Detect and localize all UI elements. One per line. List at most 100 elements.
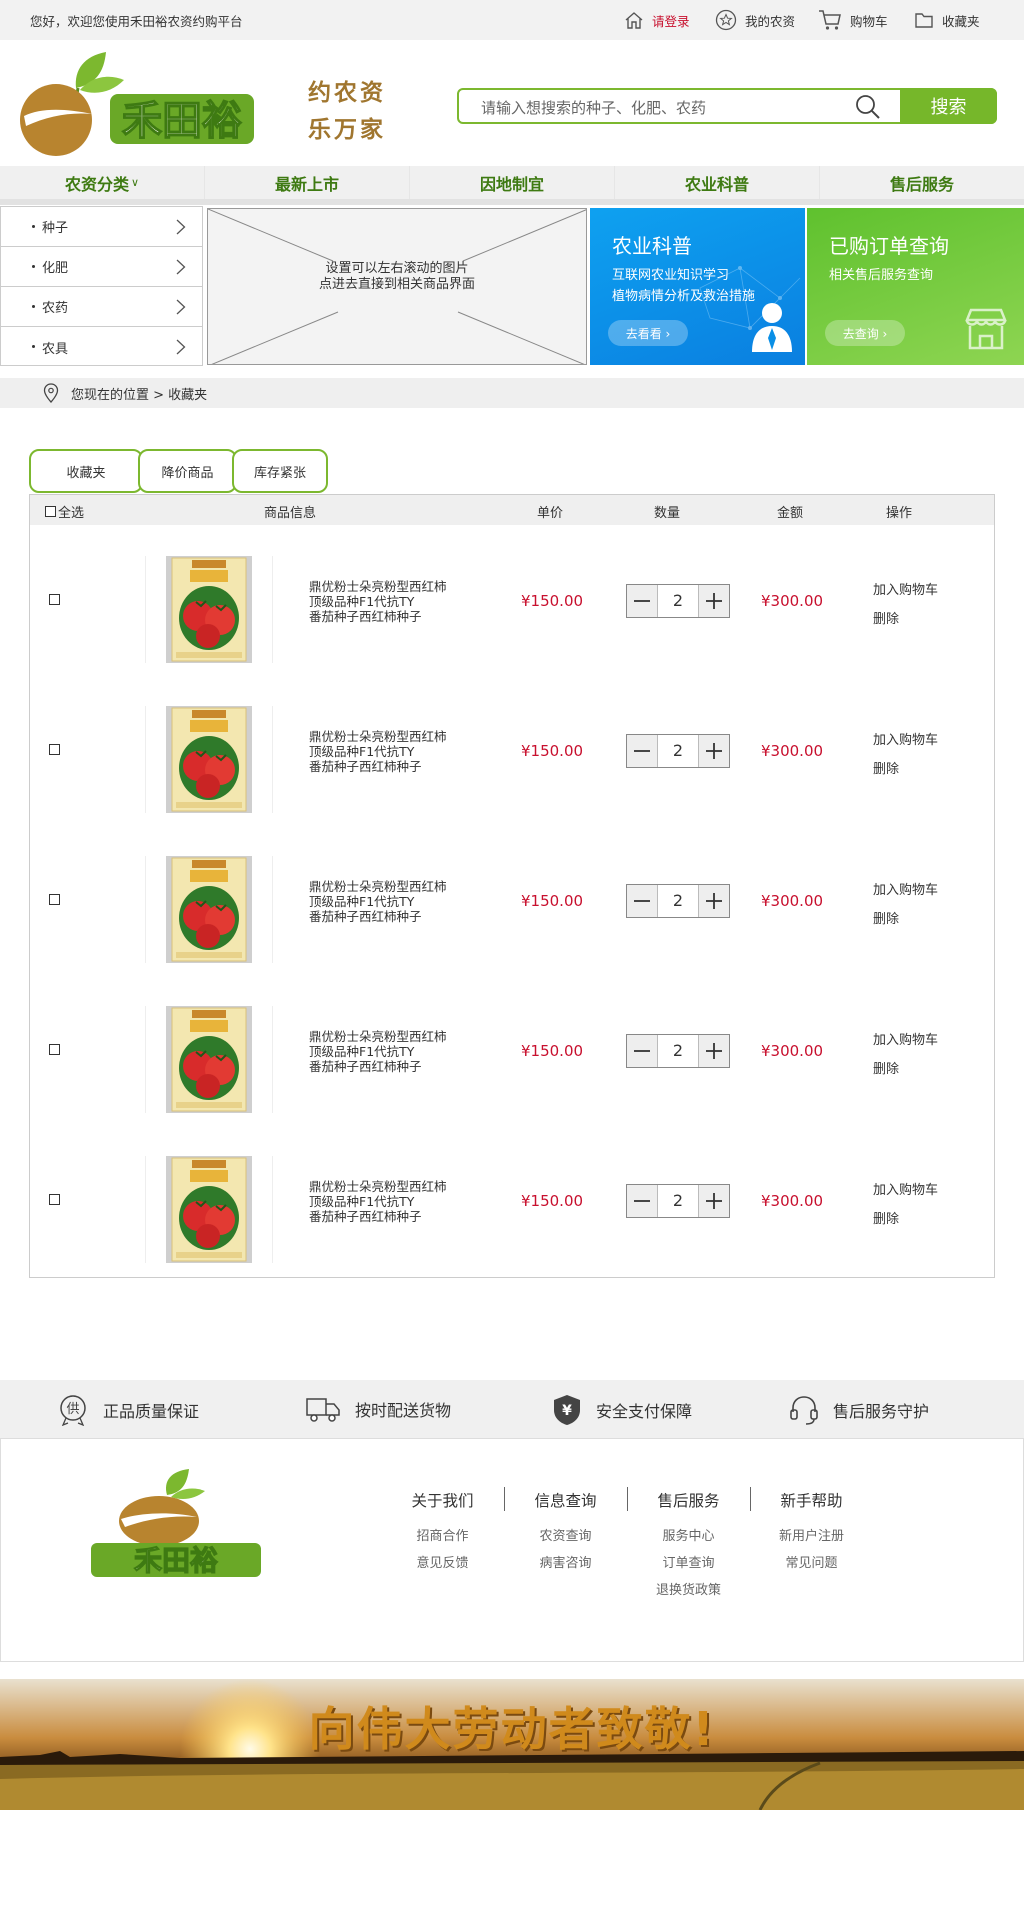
tab-price-drop[interactable]: 降价商品 — [138, 449, 237, 493]
category-item-fertilizer[interactable]: 化肥 — [1, 247, 202, 287]
chevron-right-icon — [176, 219, 186, 235]
product-thumbnail[interactable] — [145, 556, 273, 663]
quantity-value[interactable]: 2 — [657, 735, 699, 767]
row-checkbox[interactable] — [49, 1044, 60, 1055]
product-name-line: 顶级品种F1代抗TY — [309, 894, 415, 909]
favorites-link[interactable]: 收藏夹 — [914, 10, 980, 30]
orders-card[interactable]: 已购订单查询 相关售后服务查询 去查询 › — [807, 208, 1024, 365]
footer-link[interactable]: 病害咨询 — [504, 1550, 627, 1577]
product-name[interactable]: 鼎优粉士朵亮粉型西红柿 顶级品种F1代抗TY 番茄种子西红柿种子 — [309, 579, 469, 624]
nav-item-after-sales[interactable]: 售后服务 — [820, 166, 1024, 199]
footer-column-heading[interactable]: 关于我们 — [381, 1489, 504, 1511]
footer-link[interactable]: 订单查询 — [627, 1550, 750, 1577]
product-name[interactable]: 鼎优粉士朵亮粉型西红柿 顶级品种F1代抗TY 番茄种子西红柿种子 — [309, 729, 469, 774]
chevron-right-icon — [176, 339, 186, 355]
delete-link[interactable]: 删除 — [873, 908, 899, 927]
category-item-seeds[interactable]: 种子 — [1, 207, 202, 247]
category-item-pesticide[interactable]: 农药 — [1, 287, 202, 327]
footer-column-heading[interactable]: 信息查询 — [504, 1489, 627, 1511]
tab-low-stock[interactable]: 库存紧张 — [232, 449, 328, 493]
select-all-checkbox[interactable] — [45, 506, 56, 517]
quantity-value[interactable]: 2 — [657, 1035, 699, 1067]
delete-link[interactable]: 删除 — [873, 1208, 899, 1227]
decrease-button[interactable] — [627, 1035, 657, 1067]
unit-price: ¥150.00 — [521, 1042, 584, 1060]
select-all[interactable]: 全选 — [45, 502, 84, 521]
cart-link[interactable]: 购物车 — [818, 10, 888, 30]
footer-link[interactable]: 退换货政策 — [627, 1577, 750, 1604]
delete-link[interactable]: 删除 — [873, 1058, 899, 1077]
increase-button[interactable] — [699, 735, 729, 767]
service-payment: ¥ 安全支付保障 — [552, 1394, 692, 1426]
footer-column-heading[interactable]: 售后服务 — [627, 1489, 750, 1511]
search-input[interactable] — [479, 96, 843, 120]
labor-day-banner[interactable]: 向伟大劳动者致敬! — [0, 1679, 1024, 1810]
decrease-button[interactable] — [627, 735, 657, 767]
delete-link[interactable]: 删除 — [873, 608, 899, 627]
quantity-value[interactable]: 2 — [657, 1185, 699, 1217]
product-thumbnail[interactable] — [145, 706, 273, 813]
science-card[interactable]: 农业科普 互联网农业知识学习 植物病情分析及救治措施 去看看 › — [590, 208, 805, 365]
product-thumbnail[interactable] — [145, 1156, 273, 1263]
tab-favorites[interactable]: 收藏夹 — [29, 449, 143, 493]
cart-icon — [819, 10, 841, 30]
increase-button[interactable] — [699, 1185, 729, 1217]
increase-button[interactable] — [699, 885, 729, 917]
category-item-tools[interactable]: 农具 — [1, 327, 202, 367]
add-to-cart-link[interactable]: 加入购物车 — [873, 729, 938, 748]
category-label: 农具 — [42, 341, 69, 357]
search-button[interactable]: 搜索 — [900, 88, 997, 124]
product-thumbnail[interactable] — [145, 856, 273, 963]
chevron-right-icon — [176, 259, 186, 275]
my-shop-link[interactable]: 我的农资 — [715, 9, 795, 31]
product-name-line: 鼎优粉士朵亮粉型西红柿 — [309, 579, 447, 594]
product-name-line: 番茄种子西红柿种子 — [309, 1059, 422, 1074]
product-thumbnail[interactable] — [145, 1006, 273, 1113]
login-link[interactable]: 请登录 — [624, 10, 690, 30]
footer-link[interactable]: 意见反馈 — [381, 1550, 504, 1577]
row-amount: ¥300.00 — [761, 892, 824, 910]
unit-price: ¥150.00 — [521, 892, 584, 910]
row-checkbox[interactable] — [49, 1194, 60, 1205]
search-icon[interactable] — [854, 93, 882, 121]
product-name[interactable]: 鼎优粉士朵亮粉型西红柿 顶级品种F1代抗TY 番茄种子西红柿种子 — [309, 1179, 469, 1224]
nav-item-science[interactable]: 农业科普 — [615, 166, 820, 199]
category-label: 化肥 — [42, 261, 69, 276]
delete-link[interactable]: 删除 — [873, 758, 899, 777]
footer-logo: 禾田裕 — [91, 1469, 261, 1578]
add-to-cart-link[interactable]: 加入购物车 — [873, 1179, 938, 1198]
decrease-button[interactable] — [627, 885, 657, 917]
row-checkbox[interactable] — [49, 744, 60, 755]
go-see-button[interactable]: 去看看 › — [608, 320, 688, 346]
add-to-cart-link[interactable]: 加入购物车 — [873, 579, 938, 598]
row-checkbox[interactable] — [49, 894, 60, 905]
product-name[interactable]: 鼎优粉士朵亮粉型西红柿 顶级品种F1代抗TY 番茄种子西红柿种子 — [309, 879, 469, 924]
footer-link[interactable]: 服务中心 — [627, 1523, 750, 1550]
footer-column-heading[interactable]: 新手帮助 — [750, 1489, 873, 1511]
quantity-value[interactable]: 2 — [657, 885, 699, 917]
footer-link[interactable]: 常见问题 — [750, 1550, 873, 1577]
category-list: 种子 化肥 农药 农具 — [0, 206, 203, 366]
add-to-cart-link[interactable]: 加入购物车 — [873, 879, 938, 898]
nav-item-categories[interactable]: 农资分类 ∨ — [0, 166, 205, 199]
decrease-button[interactable] — [627, 585, 657, 617]
nav-item-local[interactable]: 因地制宜 — [410, 166, 615, 199]
favorites-table: 全选 商品信息 单价 数量 金额 操作 鼎优粉士朵亮粉型西红柿 顶级品种F1代抗T… — [29, 494, 995, 1278]
decrease-button[interactable] — [627, 1185, 657, 1217]
service-strip: 供 正品质量保证 按时配送货物 ¥ 安全支付保障 售后服务守护 — [0, 1380, 1024, 1438]
unit-price: ¥150.00 — [521, 1192, 584, 1210]
nav-item-new-arrivals[interactable]: 最新上市 — [205, 166, 410, 199]
minus-icon — [634, 900, 650, 902]
footer-link[interactable]: 招商合作 — [381, 1523, 504, 1550]
footer-link[interactable]: 新用户注册 — [750, 1523, 873, 1550]
row-checkbox[interactable] — [49, 594, 60, 605]
quantity-value[interactable]: 2 — [657, 585, 699, 617]
site-logo[interactable]: 禾田裕 — [14, 50, 259, 160]
go-query-button[interactable]: 去查询 › — [825, 320, 905, 346]
add-to-cart-link[interactable]: 加入购物车 — [873, 1029, 938, 1048]
product-name[interactable]: 鼎优粉士朵亮粉型西红柿 顶级品种F1代抗TY 番茄种子西红柿种子 — [309, 1029, 469, 1074]
carousel-banner[interactable]: 设置可以左右滚动的图片 点进去直接到相关商品界面 — [207, 208, 587, 365]
increase-button[interactable] — [699, 1035, 729, 1067]
increase-button[interactable] — [699, 585, 729, 617]
footer-link[interactable]: 农资查询 — [504, 1523, 627, 1550]
